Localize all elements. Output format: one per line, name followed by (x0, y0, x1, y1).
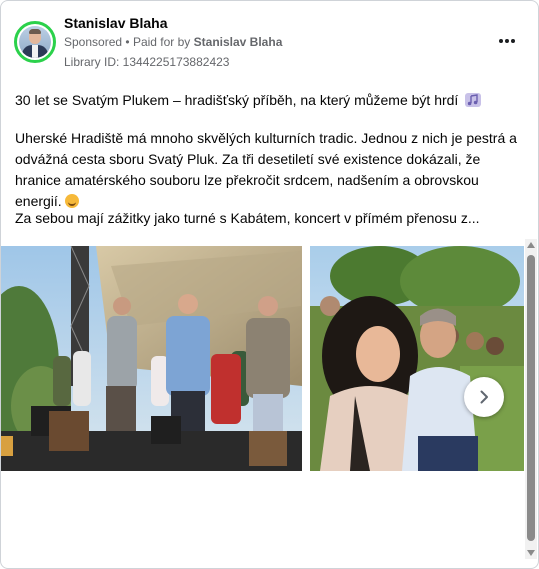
sponsored-post-card: Stanislav Blaha Sponsored • Paid for by … (0, 0, 539, 569)
carousel-photo-concert[interactable] (1, 246, 302, 471)
scroll-down-arrow[interactable] (525, 547, 537, 559)
paid-for-prefix: Paid for by (132, 35, 191, 49)
paragraph-text: Uherské Hradiště má mnoho skvělých kultu… (15, 130, 517, 209)
scrollbar-thumb[interactable] (527, 255, 535, 541)
post-truncated-line[interactable]: Za sebou mají zážitky jako turné s Kabát… (15, 208, 525, 229)
more-options-icon (498, 39, 503, 43)
musical-notes-emoji (465, 93, 482, 107)
scroll-up-arrow[interactable] (525, 239, 537, 251)
vertical-scrollbar[interactable] (525, 239, 537, 559)
meta-separator: • (125, 35, 133, 49)
avatar-image (19, 26, 51, 58)
carousel-next-button[interactable] (464, 377, 504, 417)
more-options-button[interactable] (491, 29, 523, 53)
smiling-face-emoji (64, 194, 79, 208)
title-text: 30 let se Svatým Plukem – hradišťský pří… (15, 92, 459, 108)
chevron-right-icon (480, 390, 488, 404)
author-avatar[interactable] (14, 21, 56, 63)
carousel-photo-audience[interactable] (310, 246, 524, 471)
sponsored-meta: Sponsored • Paid for by Stanislav Blaha (64, 35, 282, 49)
post-title-line: 30 let se Svatým Plukem – hradišťský pří… (15, 90, 525, 111)
post-paragraph: Uherské Hradiště má mnoho skvělých kultu… (15, 128, 525, 212)
author-name[interactable]: Stanislav Blaha (64, 15, 168, 31)
paid-for-name[interactable]: Stanislav Blaha (194, 35, 283, 49)
library-id: Library ID: 1344225173882423 (64, 55, 230, 69)
sponsored-label: Sponsored (64, 35, 123, 49)
